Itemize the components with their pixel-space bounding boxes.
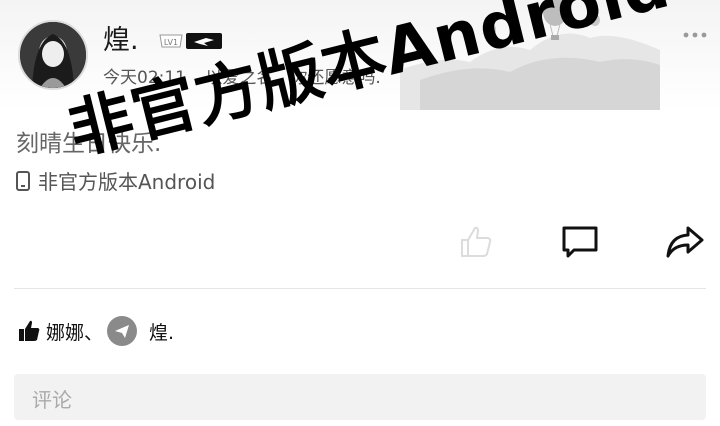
divider [14,288,706,289]
like-icon[interactable] [456,222,496,262]
comment-input[interactable]: 评论 [14,374,706,420]
thumb-icon [19,320,40,341]
likes-row: 娜娜、 煌. [18,315,174,347]
share-icon[interactable] [664,222,704,262]
paper-plane-icon [107,316,138,346]
level-badge: LV1 [159,34,183,48]
liker-name[interactable]: 娜娜、 [46,318,103,345]
comment-icon[interactable] [560,222,600,262]
level-badge-text: LV1 [164,38,178,47]
phone-icon [16,170,30,191]
client-label: 非官方版本Android [38,170,216,194]
more-icon[interactable] [682,30,708,40]
username[interactable]: 煌. [103,18,139,57]
comment-placeholder: 评论 [32,388,72,412]
client-source: 非官方版本Android [16,166,215,195]
liker-name[interactable]: 煌. [149,318,174,345]
